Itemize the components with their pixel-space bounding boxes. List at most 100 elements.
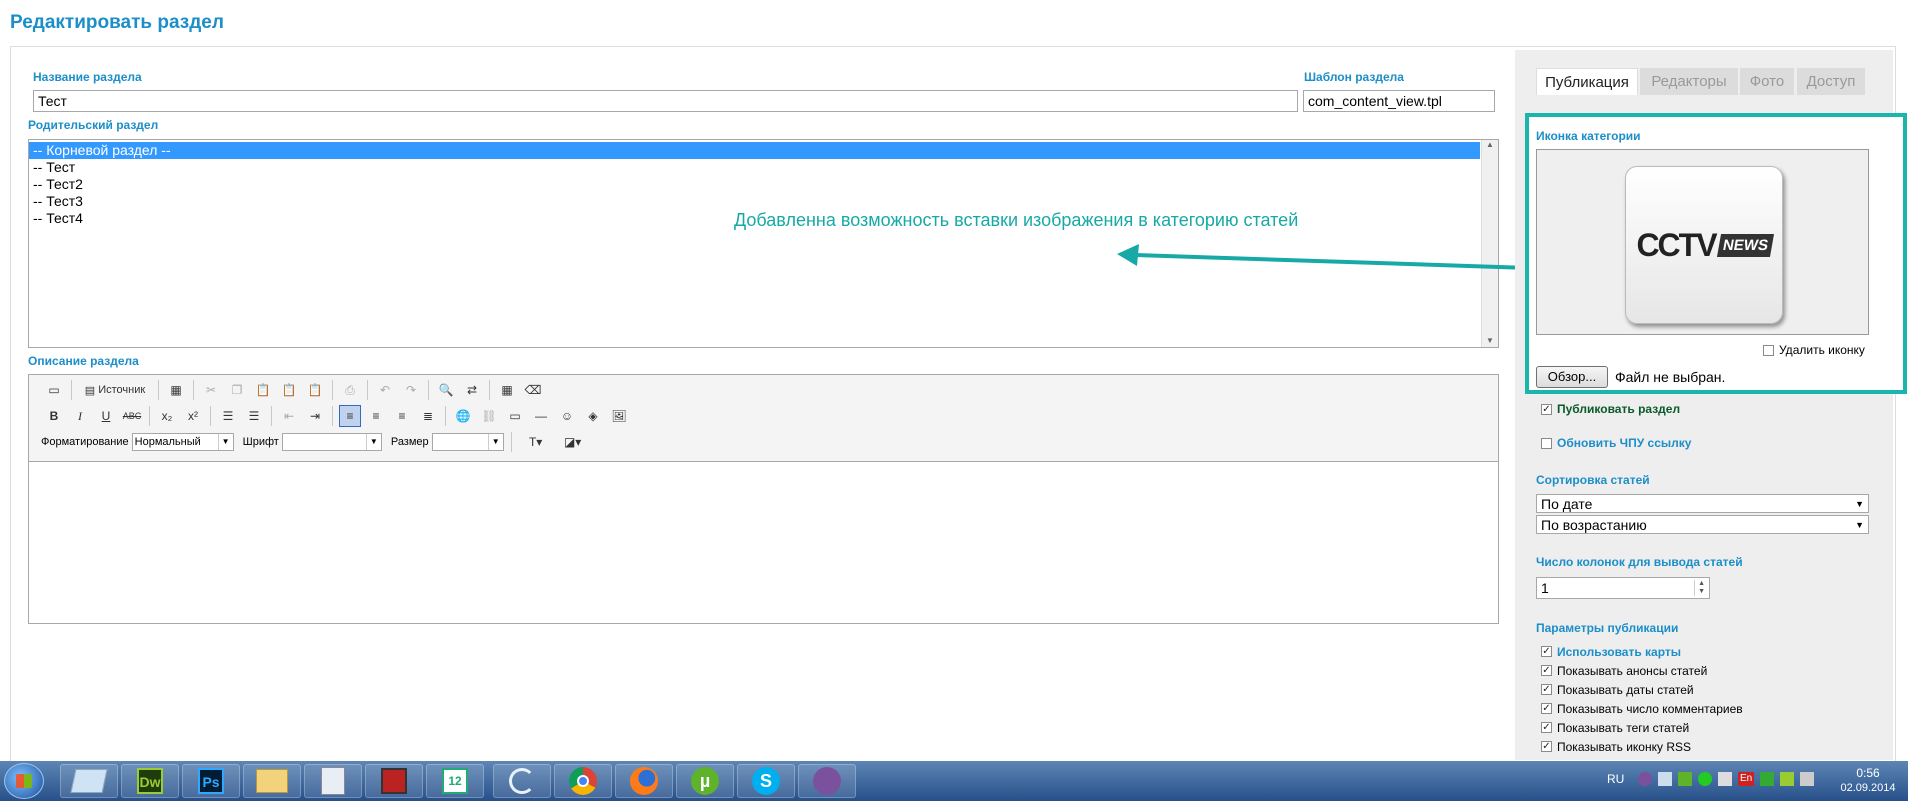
update-url-checkbox[interactable] — [1541, 437, 1552, 449]
tab-access[interactable]: Доступ — [1797, 68, 1865, 95]
firefox-icon[interactable] — [615, 764, 673, 798]
chevron-down-icon: ▼ — [365, 434, 381, 450]
dreamweaver-icon[interactable]: Dw — [121, 764, 179, 798]
numbered-list-icon[interactable]: ☰ — [217, 405, 239, 427]
tray-torrent-icon[interactable] — [1678, 772, 1692, 786]
tray-green-icon[interactable] — [1698, 772, 1712, 786]
template-input[interactable]: com_content_view.tpl — [1303, 90, 1495, 112]
link-icon[interactable]: 🌐 — [452, 405, 474, 427]
utorrent-icon[interactable]: µ — [676, 764, 734, 798]
maximize-icon[interactable]: ▭ — [43, 379, 65, 401]
tray-network-icon[interactable] — [1658, 772, 1672, 786]
italic-icon[interactable]: I — [69, 405, 91, 427]
pub-param-checkbox[interactable]: ✓ — [1541, 665, 1552, 676]
tray-display-icon[interactable] — [1800, 772, 1815, 786]
photoshop-icon[interactable]: Ps — [182, 764, 240, 798]
paste-icon[interactable]: 📋 — [252, 379, 274, 401]
start-button[interactable] — [4, 763, 44, 799]
copy-icon[interactable]: ❐ — [226, 379, 248, 401]
font-select[interactable]: ▼ — [281, 433, 382, 451]
delete-icon-checkbox[interactable] — [1763, 344, 1774, 356]
justify-icon[interactable]: ≣ — [417, 405, 439, 427]
chevron-down-icon: ▼ — [217, 434, 233, 450]
update-url-row: Обновить ЧПУ ссылку — [1541, 434, 1691, 452]
clock[interactable]: 0:56 02.09.2014 — [1838, 766, 1898, 796]
volume-icon[interactable] — [1718, 772, 1732, 786]
remove-format-icon[interactable]: ⌫ — [522, 379, 544, 401]
underline-icon[interactable]: U — [95, 405, 117, 427]
unlink-icon[interactable]: ⛓ — [478, 405, 500, 427]
special-char-icon[interactable]: ◈ — [582, 405, 604, 427]
bulleted-list-icon[interactable]: ☰ — [243, 405, 265, 427]
tab-photo[interactable]: Фото — [1740, 68, 1794, 95]
spinner-arrows-icon[interactable]: ▲ ▼ — [1694, 580, 1705, 596]
redo-icon[interactable]: ↷ — [400, 379, 422, 401]
align-center-icon[interactable]: ≡ — [365, 405, 387, 427]
cut-icon[interactable]: ✂ — [200, 379, 222, 401]
strike-icon[interactable]: ABC — [121, 405, 143, 427]
columns-spinner[interactable]: 1 ▲ ▼ — [1536, 577, 1710, 599]
description-label: Описание раздела — [28, 354, 139, 368]
total-commander-icon[interactable]: 12 — [426, 764, 484, 798]
browse-button[interactable]: Обзор... — [1536, 366, 1608, 388]
template-icon[interactable]: ▦ — [165, 379, 187, 401]
link-icon[interactable] — [493, 764, 551, 798]
paste-text-icon[interactable]: 📋 — [278, 379, 300, 401]
bold-icon[interactable]: B — [43, 405, 65, 427]
tray-lang-badge[interactable]: En — [1738, 772, 1755, 786]
name-input[interactable]: Тест — [33, 90, 1298, 112]
publish-checkbox[interactable]: ✓ — [1541, 403, 1552, 415]
align-right-icon[interactable]: ≡ — [391, 405, 413, 427]
horizontal-rule-icon[interactable]: ― — [530, 405, 552, 427]
pub-param-checkbox[interactable]: ✓ — [1541, 703, 1552, 714]
find-icon[interactable]: 🔍 — [435, 379, 457, 401]
outdent-icon[interactable]: ⇤ — [278, 405, 300, 427]
system-tray: En — [1638, 772, 1815, 786]
pub-param-checkbox[interactable]: ✓ — [1541, 741, 1552, 752]
tray-viber-icon[interactable] — [1638, 772, 1652, 786]
columns-label: Число колонок для вывода статей — [1536, 555, 1743, 569]
pub-param-checkbox[interactable]: ✓ — [1541, 646, 1552, 657]
chrome-icon[interactable] — [554, 764, 612, 798]
editor-content-area[interactable] — [29, 461, 1498, 623]
background-color-icon[interactable]: ◪▾ — [558, 431, 588, 453]
undo-icon[interactable]: ↶ — [374, 379, 396, 401]
pub-param-checkbox[interactable]: ✓ — [1541, 684, 1552, 695]
sort-by-select[interactable]: По дате ▼ — [1536, 494, 1869, 513]
save-disk-icon[interactable] — [365, 764, 423, 798]
superscript-icon[interactable]: x² — [182, 405, 204, 427]
pub-param-checkbox[interactable]: ✓ — [1541, 722, 1552, 733]
print-icon[interactable]: ⎙ — [339, 379, 361, 401]
text-color-icon[interactable]: T▾ — [521, 431, 551, 453]
paste-word-icon[interactable]: 📋 — [304, 379, 326, 401]
size-select[interactable]: ▼ — [431, 433, 504, 451]
tab-publication[interactable]: Публикация — [1536, 68, 1638, 95]
replace-icon[interactable]: ⇄ — [461, 379, 483, 401]
viber-icon[interactable] — [798, 764, 856, 798]
image-icon[interactable]: 🖼 — [608, 405, 630, 427]
parent-option[interactable]: -- Тест — [29, 159, 1480, 176]
tab-editors[interactable]: Редакторы — [1640, 68, 1738, 95]
subscript-icon[interactable]: x₂ — [156, 405, 178, 427]
scroll-up-icon[interactable]: ▲ — [1482, 140, 1498, 149]
language-indicator[interactable]: RU — [1607, 772, 1624, 786]
tray-leaf-icon[interactable] — [1780, 772, 1795, 786]
scroll-down-icon[interactable]: ▼ — [1482, 336, 1498, 345]
parent-option[interactable]: -- Тест3 — [29, 193, 1480, 210]
explorer-icon[interactable] — [60, 764, 118, 798]
calculator-icon[interactable] — [304, 764, 362, 798]
smiley-icon[interactable]: ☺ — [556, 405, 578, 427]
parent-option[interactable]: -- Тест2 — [29, 176, 1480, 193]
select-all-icon[interactable]: ▦ — [496, 379, 518, 401]
file-status: Файл не выбран. — [1615, 369, 1726, 385]
align-left-icon[interactable]: ≡ — [339, 405, 361, 427]
parent-option[interactable]: -- Корневой раздел -- — [29, 142, 1480, 159]
sort-order-select[interactable]: По возрастанию ▼ — [1536, 515, 1869, 534]
table-icon[interactable]: ▭ — [504, 405, 526, 427]
folder-icon[interactable] — [243, 764, 301, 798]
source-button[interactable]: ▤ Источник — [78, 379, 152, 401]
tray-chat-icon[interactable] — [1760, 772, 1775, 786]
skype-icon[interactable]: S — [737, 764, 795, 798]
indent-icon[interactable]: ⇥ — [304, 405, 326, 427]
format-select[interactable]: Нормальный ▼ — [131, 433, 234, 451]
